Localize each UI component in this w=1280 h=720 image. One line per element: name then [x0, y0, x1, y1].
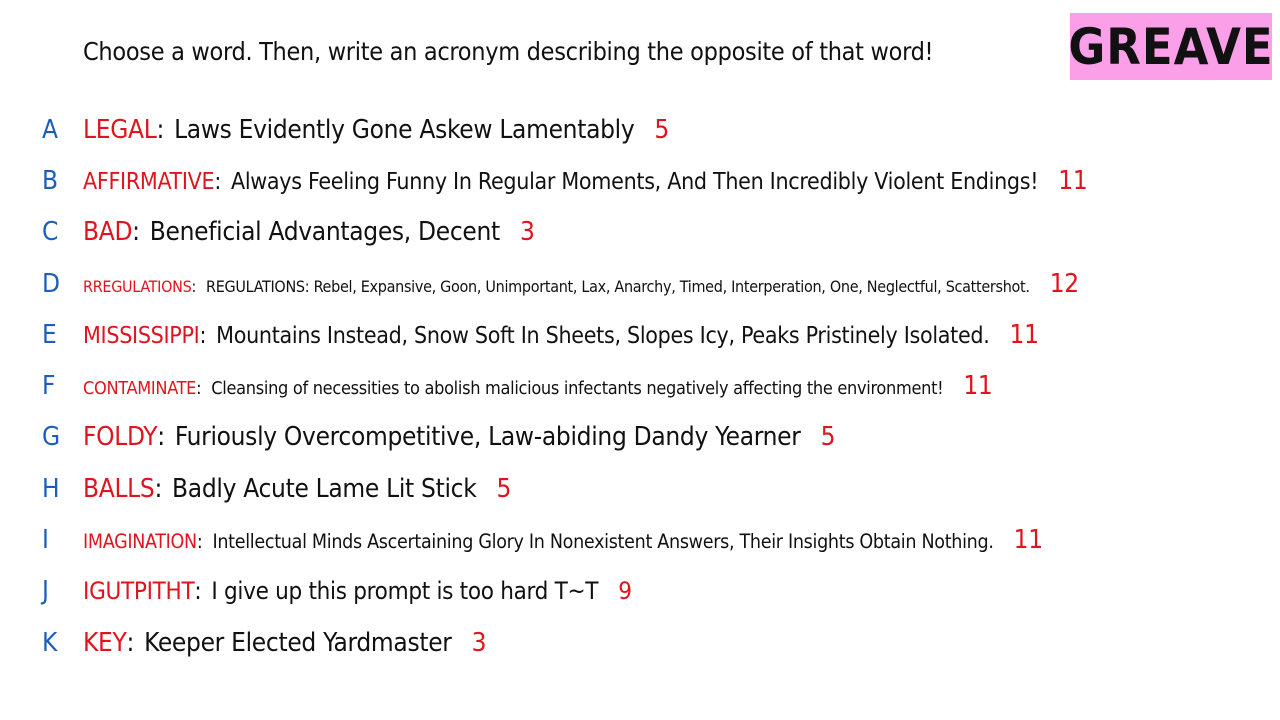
answer-acronym: Laws Evidently Gone Askew Lamentably: [174, 114, 635, 145]
answer-letter: H: [42, 473, 60, 504]
answer-count: 5: [820, 422, 836, 453]
player-name-badge: GREAVE: [1068, 13, 1274, 80]
answer-count: 3: [519, 217, 535, 248]
colon: :: [194, 577, 202, 606]
answer-word: RREGULATIONS: [83, 276, 192, 296]
answer-word: AFFIRMATIVE: [83, 168, 215, 195]
answer-count: 11: [1058, 165, 1088, 196]
answer-word: BALLS: [83, 473, 155, 504]
answer-letter: E: [42, 319, 57, 350]
answer-count: 11: [963, 371, 993, 402]
answer-acronym: Keeper Elected Yardmaster: [144, 627, 452, 658]
colon: :: [132, 217, 140, 248]
answer-count: 12: [1049, 268, 1079, 299]
answer-acronym: Cleansing of necessities to abolish mali…: [211, 378, 944, 400]
answer-acronym: Badly Acute Lame Lit Stick: [172, 473, 477, 504]
answer-letter: A: [42, 114, 58, 145]
answer-acronym: Beneficial Advantages, Decent: [149, 217, 500, 248]
answer-letter: G: [42, 422, 61, 453]
answer-letter: D: [42, 268, 61, 299]
answer-row-d[interactable]: D RREGULATIONS: REGULATIONS: Rebel, Expan…: [0, 258, 1280, 309]
answer-acronym: I give up this prompt is too hard T~T: [211, 577, 599, 606]
answer-count: 11: [1009, 319, 1039, 350]
answer-count: 3: [471, 627, 487, 658]
answer-acronym: REGULATIONS: Rebel, Expansive, Goon, Uni…: [206, 276, 1030, 296]
answer-letter: K: [42, 627, 58, 658]
colon: :: [126, 627, 135, 658]
answer-row-h[interactable]: H BALLS: Badly Acute Lame Lit Stick 5: [0, 463, 1280, 514]
answer-list: A LEGAL: Laws Evidently Gone Askew Lament…: [0, 104, 1280, 668]
answer-letter: F: [42, 371, 56, 402]
answer-row-k[interactable]: K KEY: Keeper Elected Yardmaster 3: [0, 617, 1280, 668]
colon: :: [199, 322, 207, 349]
answer-acronym: Furiously Overcompetitive, Law-abiding D…: [174, 422, 801, 453]
answer-count: 5: [496, 473, 512, 504]
answer-word: IMAGINATION: [83, 530, 197, 554]
answer-word: BAD: [83, 217, 133, 248]
prompt-text: Choose a word. Then, write an acronym de…: [83, 37, 934, 66]
answer-word: MISSISSIPPI: [83, 322, 200, 349]
answer-row-b[interactable]: B AFFIRMATIVE: Always Feeling Funny In Re…: [0, 155, 1280, 206]
answer-count: 9: [618, 577, 632, 606]
answer-letter: C: [42, 217, 59, 248]
colon: :: [156, 114, 165, 145]
answer-row-g[interactable]: G FOLDY: Furiously Overcompetitive, Law-a…: [0, 412, 1280, 463]
answer-word: CONTAMINATE: [83, 378, 197, 400]
answer-word: FOLDY: [83, 422, 158, 453]
answer-row-e[interactable]: E MISSISSIPPI: Mountains Instead, Snow So…: [0, 309, 1280, 360]
answer-word: KEY: [83, 627, 127, 658]
colon: :: [154, 473, 163, 504]
answer-count: 5: [654, 114, 669, 145]
colon: :: [214, 168, 221, 195]
answer-row-a[interactable]: A LEGAL: Laws Evidently Gone Askew Lament…: [0, 104, 1280, 155]
answer-row-i[interactable]: I IMAGINATION: Intellectual Minds Ascerta…: [0, 514, 1280, 565]
colon: :: [191, 276, 197, 296]
answer-acronym: Mountains Instead, Snow Soft In Sheets, …: [216, 322, 990, 349]
player-name: GREAVE: [1068, 17, 1274, 76]
answer-count: 11: [1013, 525, 1043, 556]
answer-word: IGUTPITHT: [83, 577, 195, 606]
answer-row-j[interactable]: J IGUTPITHT: I give up this prompt is too…: [0, 566, 1280, 617]
answer-acronym: Always Feeling Funny In Regular Moments,…: [231, 168, 1039, 195]
colon: :: [196, 378, 202, 400]
answer-word: LEGAL: [83, 114, 157, 145]
answer-row-c[interactable]: C BAD: Beneficial Advantages, Decent 3: [0, 207, 1280, 258]
answer-letter: J: [42, 576, 49, 607]
answer-acronym: Intellectual Minds Ascertaining Glory In…: [212, 530, 994, 554]
answer-row-f[interactable]: F CONTAMINATE: Cleansing of necessities t…: [0, 360, 1280, 411]
colon: :: [157, 422, 165, 453]
colon: :: [196, 530, 203, 554]
answer-letter: I: [42, 525, 49, 556]
answer-letter: B: [42, 165, 59, 196]
